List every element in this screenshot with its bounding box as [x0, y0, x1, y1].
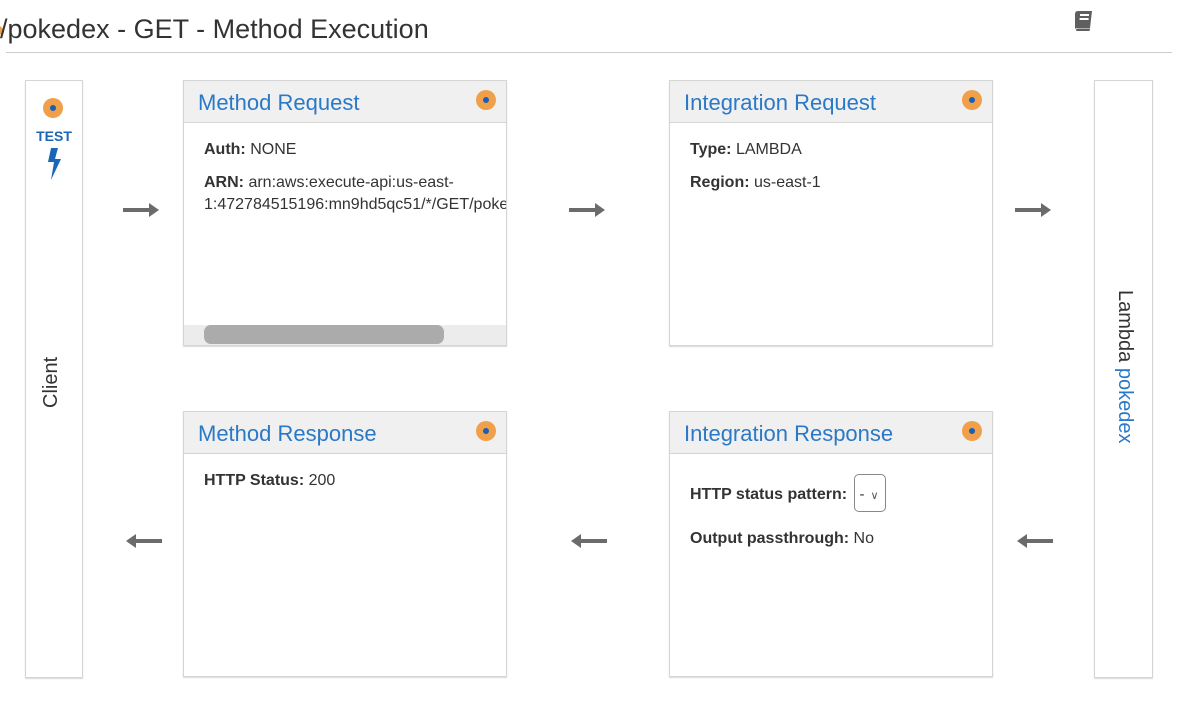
- arn-value-line2: 1:472784515196:mn9hd5qc51/*/GET/pokedex: [204, 196, 507, 213]
- arrow-left-icon: [571, 534, 607, 548]
- integration-response-status-dot[interactable]: [962, 421, 982, 441]
- test-status-dot[interactable]: [43, 98, 63, 118]
- method-request-link[interactable]: Method Request: [198, 90, 359, 116]
- title-divider: [6, 52, 1172, 53]
- type-value: LAMBDA: [735, 141, 802, 158]
- passthrough-label: Output passthrough:: [690, 530, 850, 547]
- integration-response-link[interactable]: Integration Response: [684, 421, 893, 447]
- arrow-right-icon: [123, 203, 159, 217]
- method-response-card: Method Response HTTP Status: 200: [183, 411, 507, 677]
- integration-request-card: Integration Request Type: LAMBDA Region:…: [669, 80, 993, 346]
- arrow-right-icon: [569, 203, 605, 217]
- client-label: Client: [40, 356, 62, 408]
- lambda-prefix: Lambda: [1114, 290, 1136, 363]
- lambda-label: Lambda pokedex: [1113, 290, 1136, 443]
- auth-value: NONE: [250, 141, 297, 158]
- horizontal-scrollbar[interactable]: [184, 325, 506, 345]
- arn-value-line1: arn:aws:execute-api:us-east-: [248, 174, 454, 191]
- region-label: Region:: [690, 174, 750, 191]
- lightning-bolt-icon[interactable]: [45, 148, 63, 180]
- status-pattern-select[interactable]: - ∨: [853, 474, 886, 512]
- chevron-down-icon: ∨: [870, 490, 879, 502]
- status-pattern-selected: -: [859, 486, 865, 503]
- method-request-status-dot[interactable]: [476, 90, 496, 110]
- page-title: /pokedex - GET - Method Execution: [0, 14, 429, 44]
- type-label: Type:: [690, 141, 732, 158]
- method-request-card: Method Request Auth: NONE ARN: arn:aws:e…: [183, 80, 507, 346]
- integration-request-status-dot[interactable]: [962, 90, 982, 110]
- http-status-label: HTTP Status:: [204, 472, 305, 489]
- arrow-right-icon: [1015, 203, 1051, 217]
- status-pattern-label: HTTP status pattern:: [690, 486, 848, 504]
- http-status-value: 200: [308, 472, 336, 489]
- arrow-left-icon: [126, 534, 162, 548]
- scrollbar-thumb[interactable]: [204, 325, 444, 344]
- passthrough-value: No: [853, 530, 874, 547]
- integration-request-link[interactable]: Integration Request: [684, 90, 876, 116]
- lambda-function-link[interactable]: pokedex: [1114, 368, 1136, 444]
- arrow-left-icon: [1017, 534, 1053, 548]
- test-button[interactable]: TEST: [26, 128, 82, 144]
- method-response-status-dot[interactable]: [476, 421, 496, 441]
- method-response-link[interactable]: Method Response: [198, 421, 377, 447]
- integration-response-card: Integration Response HTTP status pattern…: [669, 411, 993, 677]
- book-icon[interactable]: [1072, 9, 1096, 33]
- auth-label: Auth:: [204, 141, 246, 158]
- region-value: us-east-1: [754, 174, 821, 191]
- arn-label: ARN:: [204, 174, 244, 191]
